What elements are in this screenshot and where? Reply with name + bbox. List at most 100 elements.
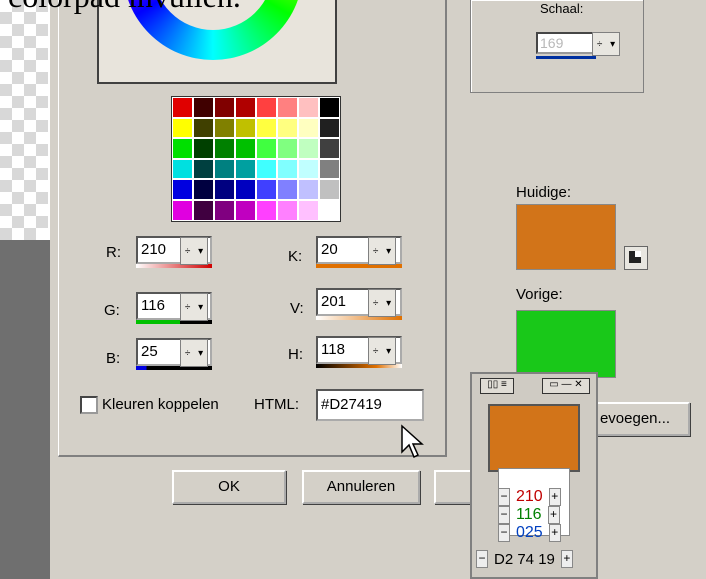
b-label: B: <box>106 350 121 367</box>
color-swatch[interactable] <box>193 97 214 118</box>
mini-g-row: − 116 + <box>498 506 560 524</box>
mini-panel-window-controls[interactable]: ▭ — ✕ <box>542 378 590 394</box>
color-swatch[interactable] <box>172 179 193 200</box>
cancel-button[interactable]: Annuleren <box>302 470 420 504</box>
previous-color-label: Vorige: <box>516 286 563 303</box>
color-swatch[interactable] <box>319 158 340 180</box>
color-swatch[interactable] <box>172 117 193 139</box>
color-swatch[interactable] <box>298 138 319 159</box>
h-spinner[interactable]: ÷ ▾ <box>368 337 396 365</box>
mini-r-row: − 210 + <box>498 488 561 506</box>
color-swatch[interactable] <box>277 179 298 200</box>
color-swatch[interactable] <box>256 117 277 139</box>
color-swatch[interactable] <box>256 158 277 180</box>
color-swatch[interactable] <box>256 138 277 159</box>
current-color-swatch[interactable] <box>516 204 616 270</box>
scale-spinner[interactable]: ÷ ▾ <box>592 32 620 56</box>
scale-field[interactable]: 169 <box>536 32 596 54</box>
color-swatch[interactable] <box>193 138 214 159</box>
mini-r-value: 210 <box>516 488 543 505</box>
mini-g-plus[interactable]: + <box>547 506 560 524</box>
mini-hex-value: D2 74 19 <box>494 550 555 568</box>
color-swatch[interactable] <box>298 97 319 118</box>
color-swatch[interactable] <box>298 179 319 200</box>
color-swatch[interactable] <box>214 158 235 180</box>
link-colors-checkbox[interactable] <box>80 396 98 414</box>
color-swatch[interactable] <box>193 117 214 139</box>
mini-b-value: 025 <box>516 524 543 541</box>
v-spinner[interactable]: ÷ ▾ <box>368 289 396 317</box>
k-spinner[interactable]: ÷ ▾ <box>368 237 396 265</box>
color-swatch[interactable] <box>214 117 235 139</box>
color-swatch[interactable] <box>214 199 235 221</box>
color-swatch[interactable] <box>319 199 340 221</box>
color-swatch[interactable] <box>277 158 298 180</box>
v-label: V: <box>290 300 304 317</box>
b-spinner[interactable]: ÷ ▾ <box>180 339 208 367</box>
color-swatch[interactable] <box>193 158 214 180</box>
color-swatch[interactable] <box>214 179 235 200</box>
mini-b-plus[interactable]: + <box>548 524 561 542</box>
color-swatch[interactable] <box>235 158 256 180</box>
previous-color-swatch[interactable] <box>516 310 616 378</box>
scale-label: Schaal: <box>540 1 584 16</box>
mini-r-plus[interactable]: + <box>548 488 561 506</box>
color-swatch-grid[interactable] <box>171 96 341 222</box>
help-button[interactable] <box>434 470 474 504</box>
color-swatch[interactable] <box>298 117 319 139</box>
color-swatch[interactable] <box>298 158 319 180</box>
color-swatch[interactable] <box>235 199 256 221</box>
background-canvas <box>0 240 50 579</box>
color-swatch[interactable] <box>193 199 214 221</box>
mini-hex-plus[interactable]: + <box>560 550 573 568</box>
mini-g-value: 116 <box>516 506 542 523</box>
color-swatch[interactable] <box>298 199 319 221</box>
mini-color-preview[interactable] <box>488 404 580 472</box>
color-swatch[interactable] <box>214 138 235 159</box>
color-swatch[interactable] <box>277 97 298 118</box>
r-spinner[interactable]: ÷ ▾ <box>180 237 208 265</box>
color-swatch[interactable] <box>319 138 340 159</box>
color-swatch[interactable] <box>214 97 235 118</box>
mini-panel-toolbar-button[interactable]: ▯▯ ≡ <box>480 378 514 394</box>
color-swatch[interactable] <box>256 199 277 221</box>
color-swatch[interactable] <box>235 97 256 118</box>
r-label: R: <box>106 244 121 261</box>
mini-b-row: − 025 + <box>498 524 561 542</box>
h-label: H: <box>288 346 303 363</box>
mini-b-minus[interactable]: − <box>498 524 510 542</box>
mini-g-minus[interactable]: − <box>498 506 510 524</box>
transparency-checker <box>0 0 48 240</box>
color-swatch[interactable] <box>319 97 340 118</box>
mini-hex-minus[interactable]: − <box>476 550 488 568</box>
color-swatch[interactable] <box>319 117 340 139</box>
mini-color-panel: ▯▯ ≡ ▭ — ✕ − 210 + − 116 + − 025 + − D2 … <box>470 372 598 579</box>
color-swatch[interactable] <box>277 117 298 139</box>
color-swatch[interactable] <box>193 179 214 200</box>
scale-slider[interactable] <box>536 56 596 59</box>
g-label: G: <box>104 302 120 319</box>
current-color-label: Huidige: <box>516 184 572 201</box>
mini-r-minus[interactable]: − <box>498 488 510 506</box>
color-swatch[interactable] <box>172 199 193 221</box>
color-swatch[interactable] <box>235 138 256 159</box>
ok-button[interactable]: OK <box>172 470 286 504</box>
color-swatch[interactable] <box>235 179 256 200</box>
color-swatch[interactable] <box>235 117 256 139</box>
caption-text: colorpad invullen. <box>8 0 241 15</box>
color-swatch[interactable] <box>277 199 298 221</box>
link-colors-label: Kleuren koppelen <box>102 396 219 413</box>
color-swatch[interactable] <box>256 97 277 118</box>
color-swatch[interactable] <box>172 97 193 118</box>
html-hex-input[interactable]: #D27419 <box>316 389 424 421</box>
color-swatch[interactable] <box>256 179 277 200</box>
html-label: HTML: <box>254 396 299 413</box>
k-label: K: <box>288 248 303 265</box>
swap-colors-icon[interactable] <box>624 246 648 270</box>
color-swatch[interactable] <box>172 158 193 180</box>
mouse-cursor-icon <box>401 424 424 459</box>
color-swatch[interactable] <box>277 138 298 159</box>
g-spinner[interactable]: ÷ ▾ <box>180 293 208 321</box>
color-swatch[interactable] <box>319 179 340 200</box>
color-swatch[interactable] <box>172 138 193 159</box>
